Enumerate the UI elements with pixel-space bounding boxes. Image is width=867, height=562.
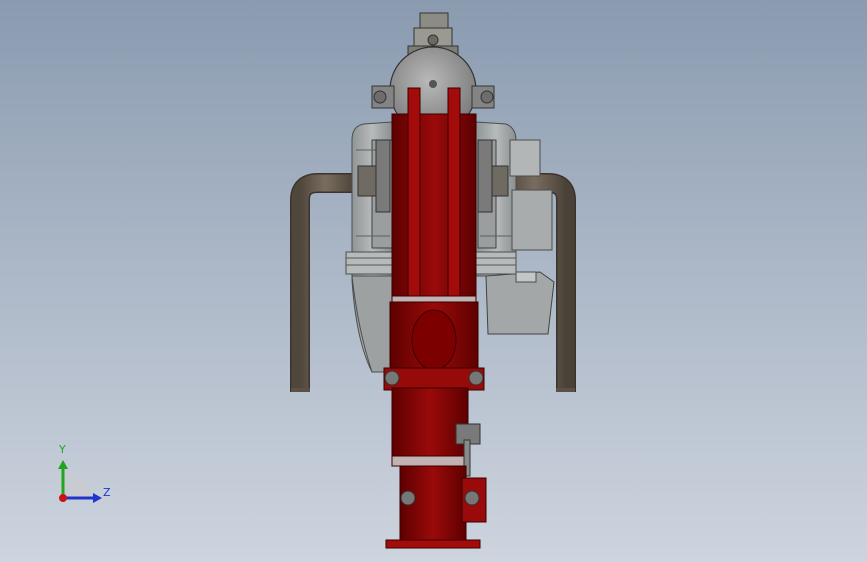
base-plate	[385, 539, 481, 549]
triad-z-label: Z	[103, 486, 111, 499]
pipe-handle-left	[290, 173, 356, 392]
side-box	[509, 139, 541, 177]
view-triad	[58, 460, 102, 503]
model-view[interactable]	[0, 0, 867, 562]
graphics-viewport[interactable]: Y Z	[0, 0, 867, 562]
triad-y-label: Y	[59, 443, 66, 456]
x-axis-origin	[59, 494, 67, 502]
red-frame	[383, 87, 487, 549]
